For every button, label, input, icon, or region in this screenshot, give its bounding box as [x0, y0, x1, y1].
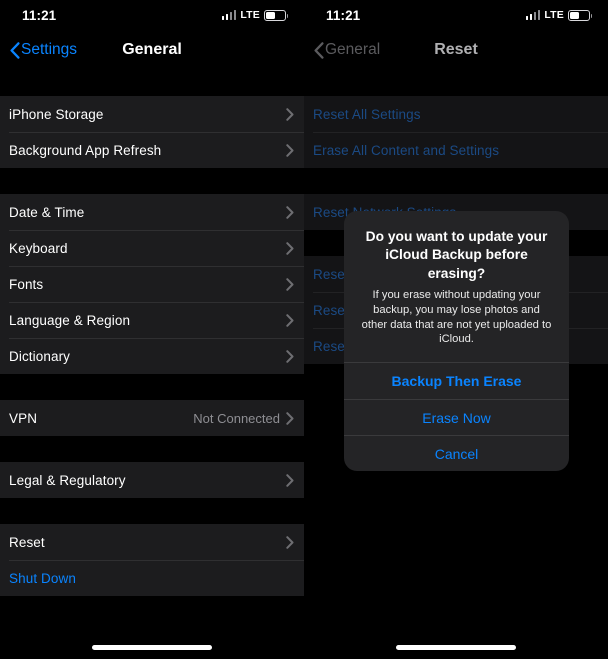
reset-primary-group: Reset All Settings Erase All Content and… — [304, 96, 608, 168]
row-label: Fonts — [9, 276, 44, 292]
row-label: VPN — [9, 410, 38, 426]
battery-icon — [568, 9, 593, 21]
row-label: Dictionary — [9, 348, 71, 364]
legal-group: Legal & Regulatory — [0, 462, 304, 498]
row-fonts[interactable]: Fonts — [0, 266, 304, 302]
status-bar-left: 11:21 LTE — [0, 0, 304, 30]
status-bar-indicators: LTE — [525, 9, 593, 21]
row-label: Legal & Regulatory — [9, 472, 126, 488]
chevron-right-icon — [286, 535, 294, 549]
chevron-right-icon — [286, 277, 294, 291]
chevron-right-icon — [286, 313, 294, 327]
row-reset[interactable]: Reset — [0, 524, 304, 560]
back-button-settings[interactable]: Settings — [10, 41, 77, 59]
reset-group: Reset Shut Down — [0, 524, 304, 596]
general-settings-list: iPhone Storage Background App Refresh Da… — [0, 70, 304, 596]
status-bar-clock: 11:21 — [326, 7, 361, 23]
row-vpn[interactable]: VPN Not Connected — [0, 400, 304, 436]
status-bar-indicators: LTE — [221, 9, 289, 21]
alert-title: Do you want to update your iCloud Backup… — [365, 229, 548, 281]
back-button-general[interactable]: General — [314, 41, 380, 59]
row-iphone-storage[interactable]: iPhone Storage — [0, 96, 304, 132]
general-settings-screen: 11:21 LTE Settings General iPhone Storag… — [0, 0, 304, 659]
navigation-bar-right: General Reset — [304, 30, 608, 70]
row-label: Language & Region — [9, 312, 131, 328]
back-button-label: General — [325, 41, 381, 58]
row-keyboard[interactable]: Keyboard — [0, 230, 304, 266]
status-bar-clock: 11:21 — [22, 7, 57, 23]
row-date-and-time[interactable]: Date & Time — [0, 194, 304, 230]
alert-button-list: Backup Then Erase Erase Now Cancel — [344, 362, 569, 471]
row-background-app-refresh[interactable]: Background App Refresh — [0, 132, 304, 168]
chevron-right-icon — [286, 143, 294, 157]
row-label: Background App Refresh — [9, 142, 162, 158]
chevron-right-icon — [286, 241, 294, 255]
home-indicator-right — [396, 645, 516, 650]
chevron-left-icon — [10, 41, 20, 59]
reset-screen-with-alert: 11:21 LTE General Reset Reset All Settin… — [304, 0, 608, 659]
dual-screenshot-container: 11:21 LTE Settings General iPhone Storag… — [0, 0, 608, 659]
row-label: Date & Time — [9, 204, 85, 220]
row-legal-and-regulatory[interactable]: Legal & Regulatory — [0, 462, 304, 498]
cancel-button[interactable]: Cancel — [344, 435, 569, 471]
row-shut-down[interactable]: Shut Down — [0, 560, 304, 596]
section-gap — [0, 70, 304, 96]
section-gap — [0, 168, 304, 194]
section-gap — [0, 498, 304, 524]
back-button-label: Settings — [21, 41, 78, 58]
alert-content: Do you want to update your iCloud Backup… — [344, 211, 569, 362]
erase-now-button[interactable]: Erase Now — [344, 399, 569, 435]
home-indicator-left — [92, 645, 212, 650]
icloud-backup-alert-dialog: Do you want to update your iCloud Backup… — [344, 211, 569, 472]
storage-group: iPhone Storage Background App Refresh — [0, 96, 304, 168]
vpn-group: VPN Not Connected — [0, 400, 304, 436]
section-gap — [304, 70, 608, 96]
vpn-status-value: Not Connected — [193, 410, 280, 426]
chevron-right-icon — [286, 107, 294, 121]
chevron-left-icon — [314, 41, 324, 59]
localization-group: Date & Time Keyboard Fonts Language & Re… — [0, 194, 304, 374]
row-erase-all-content-and-settings[interactable]: Erase All Content and Settings — [304, 132, 608, 168]
network-type-label: LTE — [240, 9, 260, 21]
chevron-right-icon — [286, 205, 294, 219]
network-type-label: LTE — [544, 9, 564, 21]
row-label: Shut Down — [9, 570, 76, 586]
chevron-right-icon — [286, 411, 294, 425]
status-bar-right: 11:21 LTE — [304, 0, 608, 30]
cellular-signal-icon — [221, 10, 237, 20]
row-label: Keyboard — [9, 240, 68, 256]
chevron-right-icon — [286, 473, 294, 487]
backup-then-erase-button[interactable]: Backup Then Erase — [344, 363, 569, 399]
section-gap — [0, 436, 304, 462]
navigation-bar-left: Settings General — [0, 30, 304, 70]
cellular-signal-icon — [525, 10, 541, 20]
row-label: Reset All Settings — [313, 106, 421, 122]
row-label: Erase All Content and Settings — [313, 142, 500, 158]
section-gap — [0, 374, 304, 400]
battery-icon — [264, 9, 289, 21]
section-gap — [304, 168, 608, 194]
row-reset-all-settings[interactable]: Reset All Settings — [304, 96, 608, 132]
chevron-right-icon — [286, 349, 294, 363]
row-label: iPhone Storage — [9, 106, 104, 122]
row-language-and-region[interactable]: Language & Region — [0, 302, 304, 338]
row-dictionary[interactable]: Dictionary — [0, 338, 304, 374]
row-label: Reset — [9, 534, 45, 550]
alert-message: If you erase without updating your backu… — [361, 289, 552, 346]
